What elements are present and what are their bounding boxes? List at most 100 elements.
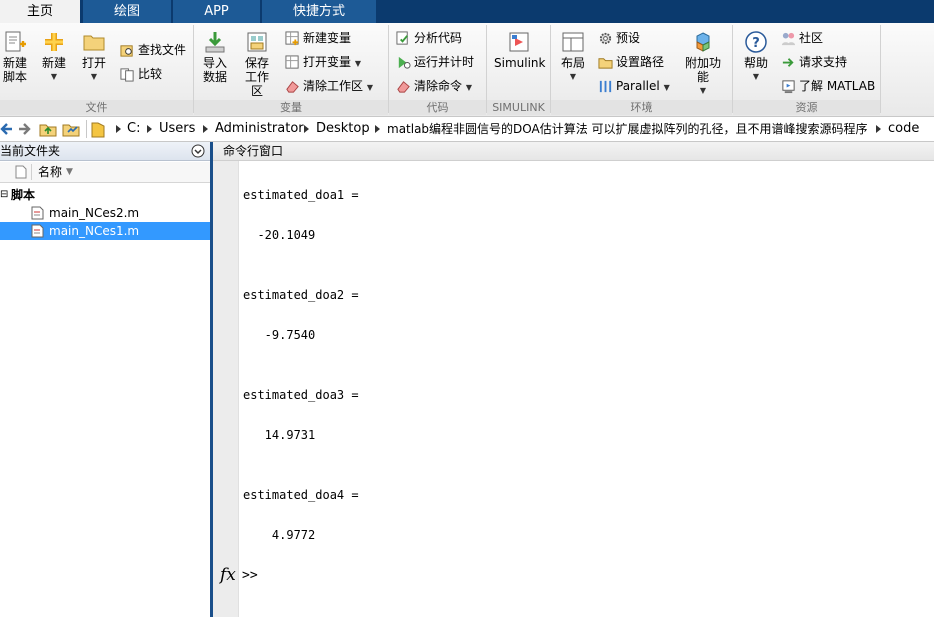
find-files-label: 查找文件 <box>138 43 187 57</box>
toolstrip-tabs: 主页 绘图 APP 快捷方式 <box>0 0 934 24</box>
file-item-selected[interactable]: main_NCes1.m <box>0 222 210 240</box>
svg-text:?: ? <box>752 36 760 51</box>
command-window-gutter <box>213 161 239 617</box>
addons-button[interactable]: 附加功能 ▼ <box>680 30 726 98</box>
output-variable-value: -20.1049 <box>243 228 316 242</box>
output-variable-value: 4.9772 <box>243 528 316 542</box>
preferences-button[interactable]: 预设 <box>598 28 640 48</box>
crumb-desktop[interactable]: Desktop <box>316 117 370 141</box>
open-button[interactable]: 打开 ▼ <box>80 30 108 84</box>
group-divider <box>193 25 194 113</box>
analyze-code-label: 分析代码 <box>414 31 463 45</box>
analyze-code-button[interactable]: 分析代码 <box>396 28 462 48</box>
browse-folder-icon[interactable] <box>62 121 80 137</box>
m-file-icon <box>31 224 44 238</box>
output-variable-value: -9.7540 <box>243 328 316 342</box>
save-workspace-icon <box>247 32 267 52</box>
parallel-label: Parallel <box>616 79 660 93</box>
run-and-time-button[interactable]: 运行并计时 <box>396 52 474 72</box>
open-label: 打开 <box>81 56 106 70</box>
save-workspace-label-2: 工作区 <box>244 70 269 98</box>
crumb-project-folder[interactable]: matlab编程非圆信号的DOA估计算法 可以扩展虚拟阵列的孔径，且不用谱峰搜索… <box>387 117 868 141</box>
help-label: 帮助 <box>743 56 768 70</box>
help-icon: ? <box>745 31 767 53</box>
output-variable-name: estimated_doa3 = <box>243 388 359 402</box>
import-data-button[interactable]: 导入 数据 <box>201 30 229 84</box>
chevron-down-icon: ▼ <box>699 86 707 95</box>
compare-button[interactable]: 比较 <box>120 64 162 84</box>
tab-home[interactable]: 主页 <box>0 0 81 24</box>
output-variable-value: 14.9731 <box>243 428 316 442</box>
command-window[interactable]: 命令行窗口 estimated_doa1 = -20.1049 estimate… <box>213 142 934 617</box>
set-path-button[interactable]: 设置路径 <box>598 52 664 72</box>
forward-arrow-icon[interactable] <box>17 121 31 137</box>
current-folder-titlebar: 当前文件夹 <box>0 142 210 161</box>
simulink-label: Simulink <box>494 56 546 70</box>
group-label-simulink: SIMULINK <box>492 101 545 114</box>
group-label-file: 文件 <box>85 101 108 114</box>
file-item[interactable]: main_NCes2.m <box>0 204 210 222</box>
save-workspace-button[interactable]: 保存 工作区 <box>240 30 274 98</box>
request-support-icon <box>782 58 794 67</box>
chevron-down-icon: ▼ <box>663 83 670 92</box>
open-variable-icon <box>285 55 299 69</box>
learn-matlab-button[interactable]: 了解 MATLAB <box>781 76 875 96</box>
new-button[interactable]: 新建 ▼ <box>40 30 68 84</box>
crumb-drive[interactable]: C: <box>127 117 140 141</box>
request-support-button[interactable]: 请求支持 <box>781 52 847 72</box>
command-prompt[interactable]: >> <box>242 568 258 583</box>
function-browser-icon[interactable]: fx <box>220 565 236 585</box>
run-and-time-icon <box>398 56 411 69</box>
new-label: 新建 <box>41 56 66 70</box>
current-folder-panel: 当前文件夹 名称 ▼ ⊟ 脚本 main_NCes2.m main_NCes1.… <box>0 142 210 617</box>
chevron-down-icon: ▼ <box>465 83 472 92</box>
new-variable-label: 新建变量 <box>303 31 352 45</box>
panel-actions-icon[interactable] <box>191 144 205 158</box>
clear-workspace-button[interactable]: 清除工作区 ▼ <box>285 76 373 96</box>
new-script-label-1: 新建 <box>2 56 27 70</box>
folder-icon <box>83 35 105 51</box>
crumb-separator-icon <box>375 125 380 133</box>
set-path-icon <box>598 58 613 69</box>
crumb-code[interactable]: code <box>888 117 919 141</box>
new-script-label-2: 脚本 <box>2 70 27 84</box>
layout-button[interactable]: 布局 ▼ <box>559 30 587 84</box>
command-window-title: 命令行窗口 <box>223 144 284 158</box>
current-folder-title: 当前文件夹 <box>0 144 61 158</box>
collapse-icon[interactable]: ⊟ <box>0 186 8 204</box>
clear-commands-button[interactable]: 清除命令 ▼ <box>396 76 472 96</box>
help-button[interactable]: ? 帮助 ▼ <box>742 30 770 84</box>
back-arrow-icon[interactable] <box>0 121 14 137</box>
address-bar: C: Users Administrator Desktop matlab编程非… <box>0 117 934 142</box>
tab-shortcuts[interactable]: 快捷方式 <box>262 0 377 23</box>
crumb-separator-icon <box>116 125 121 133</box>
chevron-down-icon: ▼ <box>90 72 98 81</box>
group-divider <box>880 25 881 113</box>
crumb-separator-icon <box>304 125 309 133</box>
sort-arrow-icon: ▼ <box>66 167 73 177</box>
crumb-users[interactable]: Users <box>159 117 195 141</box>
column-header[interactable]: 名称 ▼ <box>0 162 210 183</box>
find-files-button[interactable]: 查找文件 <box>120 40 186 60</box>
tab-plots[interactable]: 绘图 <box>83 0 172 23</box>
new-variable-button[interactable]: 新建变量 <box>285 28 351 48</box>
output-variable-name: estimated_doa2 = <box>243 288 359 302</box>
layout-icon <box>562 32 584 52</box>
tab-apps[interactable]: APP <box>173 0 261 23</box>
tree-section-scripts[interactable]: ⊟ 脚本 <box>0 186 210 204</box>
open-variable-button[interactable]: 打开变量 ▼ <box>285 52 361 72</box>
file-name: main_NCes2.m <box>49 206 140 220</box>
up-folder-icon[interactable] <box>39 121 57 137</box>
analyze-code-icon <box>396 31 408 45</box>
clear-commands-label: 清除命令 <box>414 79 463 93</box>
parallel-button[interactable]: Parallel ▼ <box>598 76 670 96</box>
new-script-button[interactable]: 新建 脚本 <box>1 30 29 84</box>
column-name-label[interactable]: 名称 <box>38 162 62 182</box>
community-button[interactable]: 社区 <box>781 28 823 48</box>
column-divider <box>31 164 32 180</box>
learn-matlab-label: 了解 MATLAB <box>799 79 876 93</box>
compare-icon <box>120 68 134 82</box>
community-icon <box>781 32 796 46</box>
simulink-button[interactable]: Simulink <box>494 30 546 70</box>
crumb-administrator[interactable]: Administrator <box>215 117 304 141</box>
